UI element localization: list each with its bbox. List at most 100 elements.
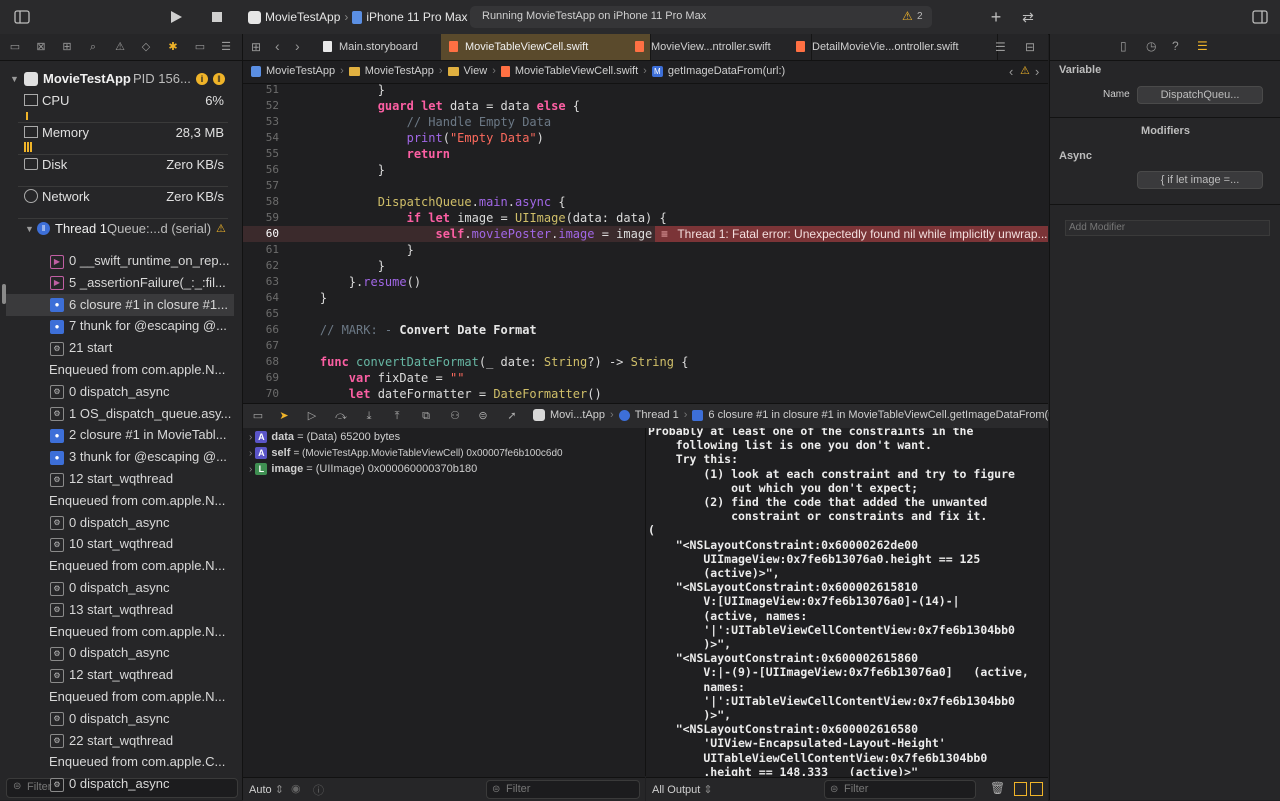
help-icon[interactable]: ? [1172,39,1179,53]
line-number[interactable]: 52 [243,98,279,114]
error-banner[interactable]: ≡ Thread 1: Fatal error: Unexpectedly fo… [655,226,1048,242]
code-line[interactable]: 70 let dateFormatter = DateFormatter() [243,386,1048,402]
navigator-toggle-icon[interactable] [14,9,30,25]
split-editor-icon[interactable]: ⊟ [1025,40,1035,54]
line-number[interactable]: 58 [243,194,279,210]
line-number[interactable]: 55 [243,146,279,162]
stack-frame-row[interactable]: ⚙ 10 start_wqthread [6,533,234,555]
view-debugger-icon[interactable]: ⧉ [419,409,433,423]
line-number[interactable]: 54 [243,130,279,146]
thread-row[interactable]: ▼ ‖ Thread 1 Queue:...d (serial) ⚠ [0,218,242,240]
info-circle-icon[interactable]: ⓘ [313,782,324,798]
show-variables-icon[interactable] [1014,782,1027,796]
tab-movie-table-view-cell[interactable]: MovieTableViewCell.swift [441,34,651,60]
code-line[interactable]: 51 } [243,84,1048,98]
code-line[interactable]: 59 if let image = UIImage(data: data) { [243,210,1048,226]
find-icon[interactable]: ⌕ [86,40,100,54]
stack-frame-row[interactable]: ● 7 thunk for @escaping @... [6,315,234,337]
line-number[interactable]: 60 [243,226,279,242]
line-number[interactable]: 59 [243,210,279,226]
environment-overrides-icon[interactable]: ⊜ [476,409,490,423]
line-number[interactable]: 61 [243,242,279,258]
jump-item-group[interactable]: MovieTestApp [365,65,434,77]
code-line[interactable]: 56 } [243,162,1048,178]
step-into-icon[interactable]: ⤓ [362,409,376,423]
tab-detail-movie-view-controller[interactable]: DetailMovieVie...ontroller.swift [788,34,998,60]
debug-crumb-app[interactable]: Movi...tApp [550,409,605,421]
breakpoints-toggle-icon[interactable]: ➤ [277,409,291,423]
back-chevron-icon[interactable]: ‹ [275,38,280,54]
stack-frame-row[interactable]: ● 2 closure #1 in MovieTabl... [6,424,234,446]
line-number[interactable]: 65 [243,306,279,322]
async-modifier-field[interactable]: { if let image =... [1137,171,1263,189]
stop-icon[interactable] [209,9,225,25]
disclosure-down-icon[interactable]: ▼ [10,68,19,90]
variables-filter-field[interactable]: ⊜ Filter [486,780,640,799]
debug-crumb-frame[interactable]: 6 closure #1 in closure #1 in MovieTable… [708,409,1067,421]
add-icon[interactable]: + [988,8,1004,26]
line-number[interactable]: 62 [243,258,279,274]
code-line[interactable]: 52 guard let data = data else { [243,98,1048,114]
stack-frame-row[interactable]: ⚙ 0 dispatch_async [6,642,234,664]
enqueued-row[interactable]: Enqueued from com.apple.N... [6,555,234,577]
code-review-icon[interactable]: ⇄ [1018,9,1038,25]
stack-frame-row[interactable]: ⚙ 12 start_wqthread [6,468,234,490]
enqueued-row[interactable]: Enqueued from com.apple.N... [6,621,234,643]
jump-item-method[interactable]: getImageDataFrom(url:) [668,65,785,77]
line-number[interactable]: 63 [243,274,279,290]
stack-frame-row[interactable]: ⚙ 22 start_wqthread [6,730,234,752]
enqueued-row[interactable]: Enqueued from com.apple.N... [6,686,234,708]
line-number[interactable]: 69 [243,370,279,386]
code-line[interactable]: 57 [243,178,1048,194]
forward-chevron-icon[interactable]: › [295,38,300,54]
jump-item-project[interactable]: MovieTestApp [266,65,335,77]
code-line[interactable]: 68 func convertDateFormat(_ date: String… [243,354,1048,370]
grid-icon[interactable]: ⊞ [251,40,261,54]
console-output[interactable]: Probably at least one of the constraints… [646,428,1048,776]
output-selector[interactable]: All Output ⇕ [652,783,713,796]
disclosure-down-icon[interactable]: ▼ [25,218,34,240]
enqueued-row[interactable]: Enqueued from com.apple.N... [6,490,234,512]
stack-frame-row[interactable]: ⚙ 0 dispatch_async [6,512,234,534]
editor-options-icon[interactable]: ☰ [995,40,1006,54]
debug-icon[interactable]: ✱ [166,40,180,54]
code-line[interactable]: 64 } [243,290,1048,306]
run-play-icon[interactable] [168,9,184,25]
continue-icon[interactable]: ▷ [305,409,319,423]
stack-frame-row[interactable]: ● 3 thunk for @escaping @... [6,446,234,468]
line-number[interactable]: 70 [243,386,279,402]
file-inspector-icon[interactable]: ▯ [1120,39,1127,53]
code-line[interactable]: 55 return [243,146,1048,162]
next-issue-icon[interactable]: › [1035,64,1039,79]
inspector-toggle-icon[interactable] [1252,9,1268,25]
simulate-location-icon[interactable]: ➚ [505,409,519,423]
pause-status-icon[interactable]: ‖ [213,73,225,85]
jump-item-folder[interactable]: View [464,65,488,77]
disclosure-right-icon[interactable]: › [249,464,252,475]
scope-selector[interactable]: Auto ⇕ [249,783,284,796]
stack-frame-row[interactable]: ⚙ 0 dispatch_async [6,577,234,599]
trash-icon[interactable]: 🗑 [990,781,1005,795]
code-line[interactable]: 58 DispatchQueue.main.async { [243,194,1048,210]
hide-debug-area-icon[interactable]: ▭ [251,409,265,423]
code-line[interactable]: 62 } [243,258,1048,274]
process-row[interactable]: ▼ MovieTestApp PID 156... i ‖ [0,68,242,90]
code-line[interactable]: 66 // MARK: - Convert Date Format [243,322,1048,338]
stack-frame-row[interactable]: ⚙ 0 dispatch_async [6,381,234,403]
disclosure-right-icon[interactable]: › [249,432,252,443]
memory-graph-icon[interactable]: ⚇ [448,409,462,423]
stack-frame-row[interactable]: ⚙ 0 dispatch_async [6,708,234,730]
report-icon[interactable]: ☰ [219,40,233,54]
step-over-icon[interactable]: ⤼ [334,409,348,423]
warning-icon[interactable]: ⚠ [902,9,913,23]
tab-movie-view-controller[interactable]: MovieView...ntroller.swift [627,34,812,60]
code-line[interactable]: 65 [243,306,1048,322]
line-number[interactable]: 53 [243,114,279,130]
line-number[interactable]: 57 [243,178,279,194]
cpu-gauge[interactable]: CPU 6% [0,92,242,122]
line-number[interactable]: 67 [243,338,279,354]
line-number[interactable]: 64 [243,290,279,306]
line-number[interactable]: 66 [243,322,279,338]
line-number[interactable]: 68 [243,354,279,370]
variable-name-field[interactable]: DispatchQueu... [1137,86,1263,104]
